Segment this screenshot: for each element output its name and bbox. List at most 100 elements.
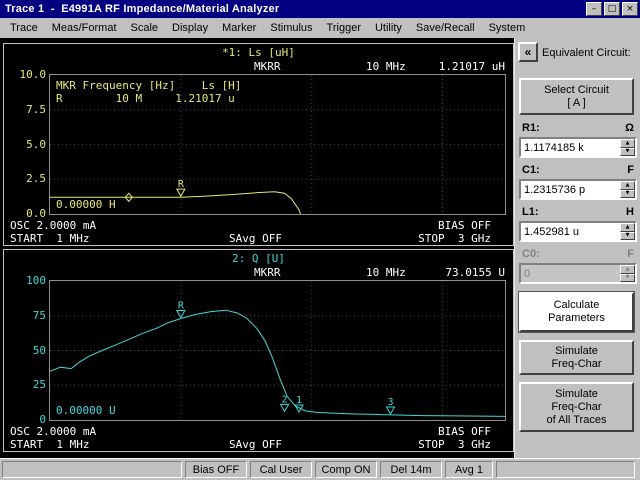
field-label: L1:: [522, 206, 539, 218]
marker-label: 2: [282, 394, 288, 405]
menubar: Trace Meas/Format Scale Display Marker Stimul…: [0, 18, 640, 38]
y-axis-tick-label: 0.0: [26, 207, 46, 220]
field-unit: H: [626, 206, 634, 218]
status-cell-avg-1: Avg 1: [445, 461, 493, 478]
close-button[interactable]: ×: [622, 2, 638, 16]
status-cell-bias-off: Bias OFF: [185, 461, 247, 478]
menu-item-meas-format[interactable]: Meas/Format: [45, 20, 124, 36]
field-spinner: ▲ ▼: [620, 265, 635, 282]
graph1-osc-level: OSC 2.0000 mA: [10, 219, 97, 232]
menu-item-trigger[interactable]: Trigger: [320, 20, 368, 36]
graph2-marker-label: MKRR: [254, 266, 281, 279]
spinner-down-button[interactable]: ▼: [620, 189, 635, 198]
menu-item-save-recall[interactable]: Save/Recall: [409, 20, 482, 36]
graph2-marker-frequency: 10 MHz: [366, 266, 406, 279]
status-cell-empty: [2, 461, 182, 478]
field-input[interactable]: 1.452981 u ▲ ▼: [519, 221, 637, 242]
field-spinner: ▲ ▼: [620, 223, 635, 240]
graph1-marker-value: 1.21017 uH: [438, 60, 505, 73]
softkey-sidebar: « Equivalent Circuit: Select Circuit [ A…: [514, 38, 640, 458]
spinner-up-button[interactable]: ▲: [620, 223, 635, 232]
y-axis-tick-label: 75: [32, 308, 46, 322]
graph1-sweep-average: SAvg OFF: [229, 232, 282, 245]
field-c1: C1: F 1.2315736 p ▲ ▼: [519, 164, 637, 204]
spinner-up-button: ▲: [620, 265, 635, 274]
graph2-trace-svg: R 2 1 3: [50, 281, 505, 420]
y-axis-tick-label: 10.0: [19, 68, 47, 81]
menu-item-stimulus[interactable]: Stimulus: [263, 20, 319, 36]
field-value: 1.2315736 p: [524, 184, 586, 196]
spinner-up-button[interactable]: ▲: [620, 181, 635, 190]
field-unit: F: [627, 248, 634, 260]
status-cell-empty: [496, 461, 635, 478]
graph1-reference-value: 0.00000 H: [56, 198, 116, 211]
triangle-marker-icon[interactable]: [279, 403, 290, 413]
window-controls: – □ ×: [586, 2, 638, 16]
graph1-title: *1: Ls [uH]: [222, 46, 295, 59]
field-l1: L1: H 1.452981 u ▲ ▼: [519, 206, 637, 246]
menu-item-marker[interactable]: Marker: [215, 20, 263, 36]
graph1-plot-area[interactable]: R MKR Frequency [Hz] Ls [H] R 10 M 1.210…: [49, 74, 506, 215]
field-spinner: ▲ ▼: [620, 139, 635, 156]
graph1-bias-status: BIAS OFF: [438, 219, 491, 232]
marker-table-header: MKR Frequency [Hz] Ls [H]: [56, 79, 242, 92]
field-r1: R1: Ω 1.1174185 k ▲ ▼: [519, 122, 637, 162]
status-cell-del-14m: Del 14m: [380, 461, 442, 478]
field-label: C1:: [522, 164, 540, 176]
graph-panel-q: 2: Q [U] MKRR 10 MHz 73.0155 U R 21 3 0.00…: [3, 249, 514, 452]
graph1-marker-label: MKRR: [254, 60, 281, 73]
graph2-stop-frequency: STOP 3 GHz: [418, 438, 491, 451]
y-axis-tick-label: 25: [32, 378, 46, 392]
field-unit: Ω: [625, 122, 634, 134]
y-axis-tick-label: 50: [32, 343, 46, 357]
graph1-marker-table: MKR Frequency [Hz] Ls [H] R 10 M 1.21017…: [56, 79, 241, 105]
menu-item-trace[interactable]: Trace: [3, 20, 45, 36]
field-unit: F: [627, 164, 634, 176]
spinner-up-button[interactable]: ▲: [620, 139, 635, 148]
graph2-plot-area[interactable]: R 21 3 0.00000 U: [49, 280, 506, 421]
simulate-freq-char-button[interactable]: Simulate Freq-Char: [519, 340, 634, 375]
select-circuit-button[interactable]: Select Circuit [ A ]: [519, 78, 634, 115]
graph2-osc-level: OSC 2.0000 mA: [10, 425, 97, 438]
graph2-title: 2: Q [U]: [232, 252, 285, 265]
spinner-down-button: ▼: [620, 273, 635, 282]
collapse-sidebar-button[interactable]: «: [518, 42, 538, 62]
y-axis-tick-label: 2.5: [26, 172, 46, 186]
graph2-bias-status: BIAS OFF: [438, 425, 491, 438]
y-axis-tick-label: 7.5: [26, 102, 46, 116]
marker-table-row: R 10 M 1.21017 u: [56, 92, 235, 105]
y-axis-tick-label: 5.0: [26, 137, 46, 151]
field-input[interactable]: 1.2315736 p ▲ ▼: [519, 179, 637, 200]
sidebar-title: Equivalent Circuit:: [542, 47, 631, 59]
field-value: 1.452981 u: [524, 226, 580, 238]
calculate-parameters-button[interactable]: Calculate Parameters: [518, 291, 635, 333]
graph2-sweep-average: SAvg OFF: [229, 438, 282, 451]
menu-item-display[interactable]: Display: [165, 20, 215, 36]
menu-item-system[interactable]: System: [482, 20, 533, 36]
field-spinner: ▲ ▼: [620, 181, 635, 198]
triangle-marker-icon[interactable]: [175, 310, 186, 319]
graph1-start-frequency: START 1 MHz: [10, 232, 90, 245]
field-value: 1.1174185 k: [524, 142, 584, 154]
trace-line: [50, 309, 505, 417]
titlebar: Trace 1 - E4991A RF Impedance/Material A…: [0, 0, 640, 18]
minimize-button[interactable]: –: [586, 2, 602, 16]
graph2-reference-value: 0.00000 U: [56, 404, 116, 417]
statusbar: Bias OFF Cal User Comp ON Del 14m Avg 1: [0, 458, 640, 480]
graph1-marker-frequency: 10 MHz: [366, 60, 406, 73]
menu-item-utility[interactable]: Utility: [368, 20, 409, 36]
field-input[interactable]: 1.1174185 k ▲ ▼: [519, 137, 637, 158]
spinner-down-button[interactable]: ▼: [620, 147, 635, 156]
simulate-freq-char-all-traces-button[interactable]: Simulate Freq-Char of All Traces: [519, 382, 634, 432]
marker-label: 1: [296, 395, 302, 406]
status-cell-cal-user: Cal User: [250, 461, 312, 478]
field-label: R1:: [522, 122, 540, 134]
maximize-button[interactable]: □: [604, 2, 620, 16]
y-axis-tick-label: 0: [39, 413, 46, 426]
spinner-down-button[interactable]: ▼: [620, 231, 635, 240]
menu-item-scale[interactable]: Scale: [124, 20, 166, 36]
graph-panel-ls: *1: Ls [uH] MKRR 10 MHz 1.21017 uH R MKR…: [3, 43, 514, 246]
marker-label: 3: [387, 397, 393, 408]
graph2-start-frequency: START 1 MHz: [10, 438, 90, 451]
triangle-marker-icon[interactable]: [385, 406, 396, 416]
